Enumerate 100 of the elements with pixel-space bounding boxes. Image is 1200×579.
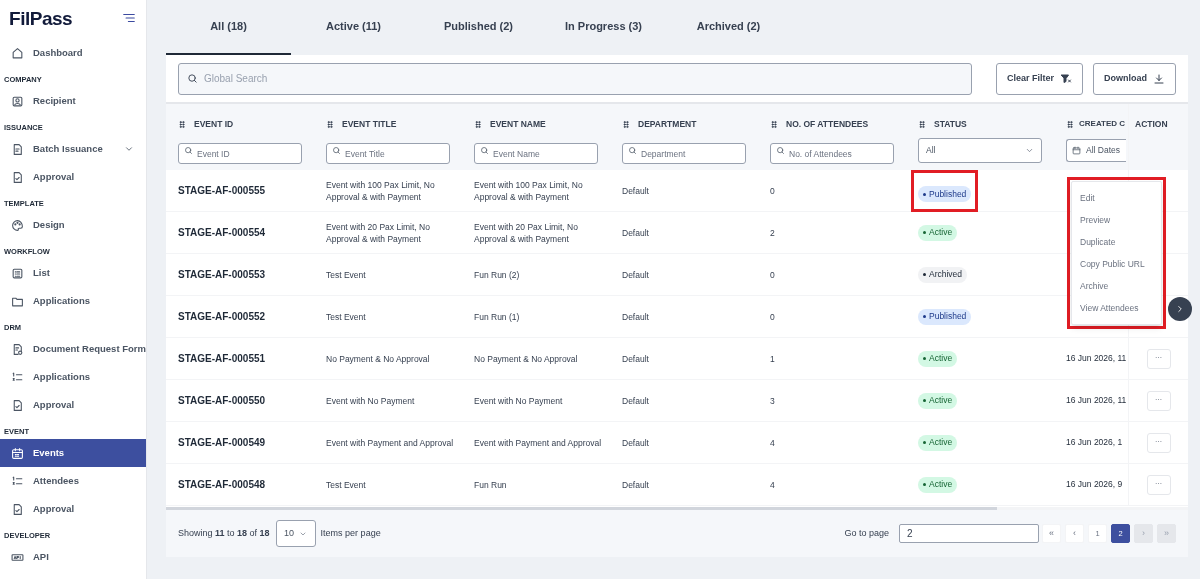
menu-item[interactable]: Edit: [1072, 187, 1161, 209]
pagination-summary: Showing 11 to 18 of 18: [178, 526, 270, 540]
sidebar-item[interactable]: Recipient: [0, 87, 146, 115]
status-badge: Active: [918, 224, 958, 241]
sidebar-item[interactable]: Applications: [0, 287, 146, 315]
sidebar-item[interactable]: Approval: [0, 495, 146, 523]
table-cell-text: 0: [770, 310, 776, 323]
table-cell-text: Default: [622, 478, 650, 491]
status-badge: Published: [918, 308, 972, 325]
table-cell-text: Default: [622, 184, 650, 197]
document-check-icon: [11, 398, 24, 412]
items-per-page-dropdown[interactable]: 10: [275, 520, 316, 547]
sidebar-item[interactable]: Approval: [0, 391, 146, 419]
table-cell-text: Event with Payment and Approval: [326, 436, 455, 449]
table-cell: 16 Jun 2026, 9: [1066, 479, 1123, 490]
column-header: ACTION: [1135, 118, 1168, 131]
sidebar-item[interactable]: Events: [0, 439, 146, 467]
drag-handle-icon: [770, 119, 778, 129]
drag-handle-icon: [622, 119, 630, 129]
status-badge: Archived: [918, 266, 968, 283]
pagination-nav-button[interactable]: ‹: [1065, 524, 1084, 543]
search-icon: [628, 145, 637, 155]
table-cell-text: Default: [622, 394, 650, 407]
document-refresh-icon: [11, 342, 24, 356]
sidebar-item[interactable]: Design: [0, 211, 146, 239]
filter-field[interactable]: Event Title: [326, 143, 450, 165]
table-cell-text: Default: [622, 310, 650, 323]
status-badge: Published: [918, 186, 972, 202]
menu-item[interactable]: Preview: [1072, 209, 1161, 231]
button[interactable]: Download: [1093, 62, 1176, 95]
menu-item[interactable]: Duplicate: [1072, 231, 1161, 253]
scrollbar-thumb[interactable]: [166, 507, 997, 510]
table-cell-text: 4: [770, 478, 776, 491]
sidebar-item[interactable]: Dashboard: [0, 39, 146, 67]
status-dropdown[interactable]: All: [918, 137, 1042, 163]
download-icon: [1153, 72, 1165, 85]
menu-item[interactable]: Archive: [1072, 275, 1161, 297]
calendar-icon: [1072, 146, 1081, 155]
table-cell-text: STAGE-AF-000552: [178, 310, 267, 323]
table-cell-text: Fun Run (2): [474, 268, 521, 281]
status-badge: Active: [918, 434, 958, 451]
tab[interactable]: Published (2): [416, 0, 541, 55]
sidebar-item[interactable]: Approval: [0, 163, 146, 191]
table-cell-text: Default: [622, 268, 650, 281]
sidebar-item[interactable]: Attendees: [0, 467, 146, 495]
tab[interactable]: In Progress (3): [541, 0, 666, 55]
sidebar-item[interactable]: Document Request Form: [0, 335, 146, 363]
sidebar-item[interactable]: Batch Issuance: [0, 135, 146, 163]
sidebar-item[interactable]: API: [0, 543, 146, 571]
table-cell-text: STAGE-AF-000548: [178, 478, 267, 491]
menu-item[interactable]: Copy Public URL: [1072, 253, 1161, 275]
menu-icon: [122, 11, 136, 25]
column-header: CREATED C: [1079, 118, 1126, 130]
button[interactable]: Clear Filter: [995, 62, 1083, 95]
filter-field[interactable]: No. of Attendees: [770, 143, 894, 165]
column-header: EVENT TITLE: [342, 118, 397, 131]
column-header: EVENT ID: [194, 118, 234, 131]
go-to-page-label: Go to page: [844, 526, 889, 540]
numbered-list-icon: [11, 370, 24, 384]
sidebar-item[interactable]: Applications: [0, 363, 146, 391]
table-cell-text: Default: [622, 352, 650, 365]
table-cell-text: 3: [770, 394, 776, 407]
drag-handle-icon: [1066, 119, 1074, 129]
search-icon: [776, 145, 785, 155]
page-input[interactable]: 2: [899, 524, 1039, 543]
filter-field[interactable]: Department: [622, 143, 746, 165]
table-cell-text: 2: [770, 226, 776, 239]
tab[interactable]: Archived (2): [666, 0, 791, 55]
search-field[interactable]: Global Search: [178, 62, 972, 95]
table-cell-text: 0: [770, 268, 776, 281]
search-icon: [184, 145, 193, 155]
filter-field[interactable]: Event Name: [474, 143, 598, 165]
table-cell-text: Default: [622, 226, 650, 239]
table-cell-text: STAGE-AF-000551: [178, 352, 267, 365]
status-badge: Active: [918, 350, 958, 367]
pagination-nav-button[interactable]: «: [1042, 524, 1061, 543]
table-cell-text: Test Event: [326, 268, 367, 281]
items-per-page-label: Items per page: [320, 526, 382, 540]
tab[interactable]: Active (11): [291, 0, 416, 55]
date-filter-field[interactable]: All Dates: [1066, 139, 1126, 162]
table-cell-text: STAGE-AF-000553: [178, 268, 267, 281]
numbered-list-icon: [11, 474, 24, 488]
sidebar-item[interactable]: List: [0, 259, 146, 287]
table-cell-text: 4: [770, 436, 776, 449]
home-icon: [11, 46, 24, 60]
scroll-right-button[interactable]: [1168, 297, 1192, 321]
palette-icon: [11, 218, 24, 232]
table-cell-text: Event with No Payment: [326, 394, 416, 407]
filter-field[interactable]: Event ID: [178, 143, 302, 165]
table-cell-text: Event with 20 Pax Limit, No Approval & with Payment: [474, 220, 579, 245]
calendar-icon: [11, 446, 24, 460]
drag-handle-icon: [326, 119, 334, 129]
drag-handle-icon: [918, 119, 926, 129]
status-badge: Active: [918, 392, 958, 409]
table-cell-text: Test Event: [326, 478, 367, 491]
table-cell-text: STAGE-AF-000549: [178, 436, 267, 449]
menu-item[interactable]: View Attendees: [1072, 297, 1161, 319]
column-header: NO. OF ATTENDEES: [786, 118, 869, 131]
drag-handle-icon: [178, 119, 186, 129]
search-icon: [332, 145, 341, 155]
